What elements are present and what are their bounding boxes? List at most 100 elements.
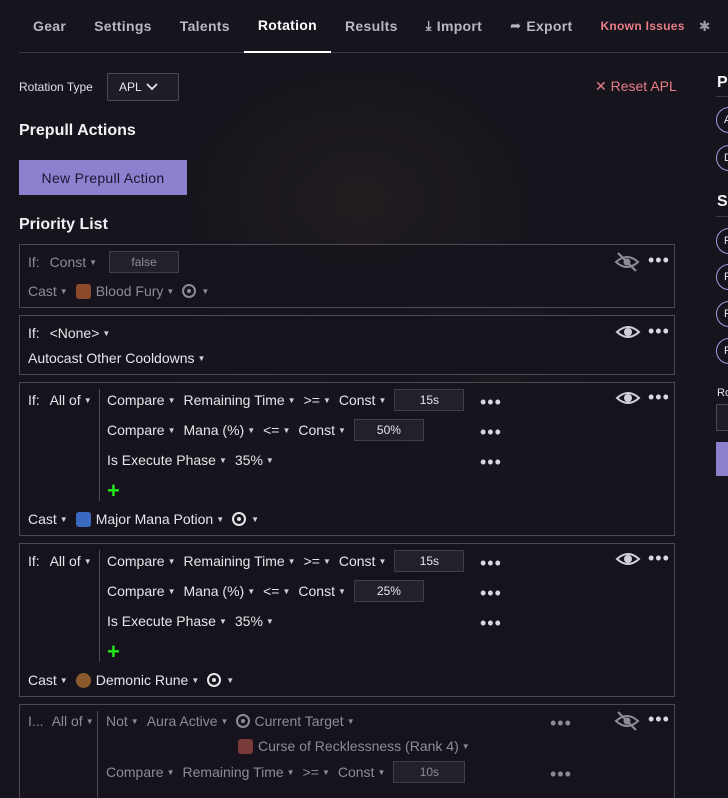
add-condition-icon[interactable]: + [107,641,120,663]
if-label: If: [28,325,40,341]
execute-percent-dropdown[interactable]: 35% [235,613,263,629]
caret-down-icon: ▼ [191,675,200,685]
priority-item-4: If: All of ▼ Compare ▼ Remaining Time ▼ >=… [19,543,675,697]
more-options-icon[interactable]: ••• [480,453,502,471]
target-icon[interactable] [232,512,247,526]
group-type-dropdown[interactable]: All of [50,553,81,569]
tab-export[interactable]: ➦ Export [496,0,586,53]
tab-talents[interactable]: Talents [166,0,244,53]
prepull-title: Prepull Actions [19,122,136,139]
compare-dropdown[interactable]: Compare [107,392,165,408]
rhs-dropdown[interactable]: Const [339,392,376,408]
execute-phase-dropdown[interactable]: Is Execute Phase [107,452,216,468]
execute-phase-dropdown[interactable]: Is Execute Phase [107,613,216,629]
side-button[interactable] [716,442,728,476]
const-value-input[interactable]: false [109,251,180,273]
eye-icon[interactable] [615,388,641,408]
side-chip[interactable]: F [716,301,728,327]
compare-dropdown[interactable]: Compare [107,422,165,438]
more-options-icon[interactable]: ••• [550,765,572,783]
operator-dropdown[interactable]: <= [263,422,279,438]
group-type-dropdown[interactable]: All of [52,713,83,729]
more-options-icon[interactable]: ••• [648,251,670,269]
side-input[interactable] [716,404,728,431]
value-input[interactable]: 15s [394,389,465,411]
condition-type-dropdown[interactable]: <None> [50,325,100,341]
group-type-dropdown[interactable]: All of [50,392,81,408]
spell-dropdown[interactable]: Major Mana Potion [96,511,214,527]
action-type-dropdown[interactable]: Cast [28,511,57,527]
action-type-dropdown[interactable]: Cast [28,283,57,299]
eye-off-icon[interactable] [614,711,640,731]
rhs-dropdown[interactable]: Const [338,764,375,780]
eye-icon[interactable] [615,322,641,342]
more-options-icon[interactable]: ••• [648,710,670,728]
action-type-dropdown[interactable]: Cast [28,672,57,688]
rhs-dropdown[interactable]: Const [339,553,376,569]
lhs-dropdown[interactable]: Remaining Time [184,553,285,569]
lhs-dropdown[interactable]: Mana (%) [184,583,245,599]
lhs-dropdown[interactable]: Remaining Time [183,764,284,780]
value-input[interactable]: 50% [353,419,424,441]
side-chip[interactable]: F [716,228,728,254]
more-options-icon[interactable]: ••• [480,584,502,602]
more-options-icon[interactable]: ••• [648,322,670,340]
new-prepull-action-button[interactable]: New Prepull Action [19,160,187,195]
target-dropdown[interactable]: Current Target [254,713,343,729]
reset-apl-button[interactable]: ✕ Reset APL [595,78,677,95]
rhs-dropdown[interactable]: Const [298,422,335,438]
caret-down-icon: ▼ [130,716,139,726]
lhs-dropdown[interactable]: Remaining Time [184,392,285,408]
more-options-icon[interactable]: ••• [648,388,670,406]
eye-off-icon[interactable] [614,252,640,272]
add-condition-icon[interactable]: + [107,480,120,502]
caret-down-icon: ▼ [282,425,291,435]
value-input[interactable]: 25% [353,580,424,602]
target-icon[interactable] [182,284,197,298]
tab-rotation[interactable]: Rotation [243,0,332,53]
compare-dropdown[interactable]: Compare [107,553,165,569]
target-icon[interactable] [207,673,222,687]
spell-dropdown[interactable]: Blood Fury [96,283,164,299]
action-type-dropdown[interactable]: Autocast Other Cooldowns [28,350,195,366]
condition-group-row: I... All of ▼ [28,710,102,732]
rotation-type-select[interactable]: APL [107,73,179,101]
caret-down-icon: ▼ [287,556,296,566]
more-options-icon[interactable]: ••• [480,614,502,632]
aura-active-dropdown[interactable]: Aura Active [147,713,218,729]
rhs-dropdown[interactable]: Const [298,583,335,599]
not-dropdown[interactable]: Not [106,713,128,729]
tab-gear[interactable]: Gear [19,0,80,53]
operator-dropdown[interactable]: >= [304,392,320,408]
more-options-icon[interactable]: ••• [480,393,502,411]
compare-dropdown[interactable]: Compare [107,583,165,599]
tab-results[interactable]: Results [331,0,412,53]
condition-type-dropdown[interactable]: Const [50,254,87,270]
action-row: Cast ▼ Blood Fury ▼ ▼ [28,280,217,302]
side-chip[interactable]: D [716,145,728,171]
side-chip[interactable]: A [716,107,728,133]
tab-settings[interactable]: Settings [80,0,166,53]
operator-dropdown[interactable]: >= [303,764,319,780]
known-issues-link[interactable]: Known Issues [586,0,692,53]
aura-spell-dropdown[interactable]: Curse of Recklessness (Rank 4) [258,738,459,754]
execute-percent-dropdown[interactable]: 35% [235,452,263,468]
more-options-icon[interactable]: ••• [480,423,502,441]
tab-import[interactable]: ⤓ Import [412,0,496,53]
action-row: Cast ▼ Major Mana Potion ▼ ▼ [28,508,267,530]
more-options-icon[interactable]: ••• [550,714,572,732]
spell-dropdown[interactable]: Demonic Rune [96,672,189,688]
operator-dropdown[interactable]: >= [304,553,320,569]
bug-icon[interactable]: ✱ [693,18,711,35]
value-input[interactable]: 10s [393,761,466,783]
side-chip[interactable]: F [716,264,728,290]
lhs-dropdown[interactable]: Mana (%) [184,422,245,438]
more-options-icon[interactable]: ••• [480,554,502,572]
compare-dropdown[interactable]: Compare [106,764,164,780]
operator-dropdown[interactable]: <= [263,583,279,599]
eye-icon[interactable] [615,549,641,569]
side-chip[interactable]: F [716,338,728,364]
blood-fury-icon [75,283,91,299]
more-options-icon[interactable]: ••• [648,549,670,567]
value-input[interactable]: 15s [394,550,465,572]
